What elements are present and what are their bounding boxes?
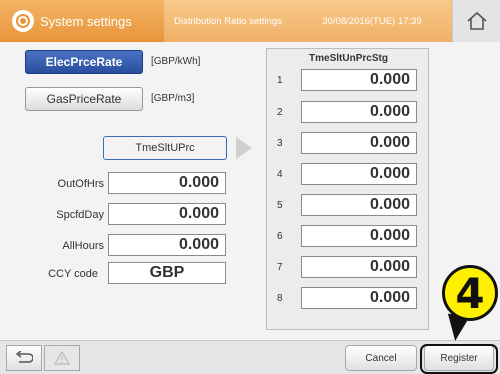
slot-field-8[interactable]: 0.000 [301,287,417,309]
out-of-hours-field[interactable]: 0.000 [108,172,226,194]
gear-icon [12,10,34,32]
slot-value: 0.000 [369,71,410,88]
slot-number: 2 [277,107,283,118]
header-bar: System settings Distribution Ratio setti… [0,0,500,42]
home-button[interactable] [452,0,500,42]
out-of-hours-value: 0.000 [178,174,219,191]
all-hours-value: 0.000 [178,236,219,253]
timeslot-unit-price-button[interactable]: TmeSltUPrc [103,136,227,160]
slot-value: 0.000 [369,134,410,151]
slot-value: 0.000 [369,196,410,213]
specified-day-value: 0.000 [178,205,219,222]
slot-number: 5 [277,200,283,211]
specified-day-label: SpcfdDay [56,209,104,221]
slot-value: 0.000 [369,258,410,275]
slot-number: 3 [277,138,283,149]
warning-button[interactable] [44,345,80,371]
specified-day-field[interactable]: 0.000 [108,203,226,225]
register-highlight-outline [420,344,498,374]
panel-title: TmeSltUnPrcStg [309,53,388,64]
tab-distribution-ratio-settings[interactable]: Distribution Ratio settings [164,0,292,42]
gas-price-rate-button[interactable]: GasPriceRate [25,87,143,111]
all-hours-label: AllHours [62,240,104,252]
slot-number: 8 [277,293,283,304]
elec-unit-label: [GBP/kWh] [151,56,201,67]
main-content: ElecPrceRate [GBP/kWh] GasPriceRate [GBP… [0,42,500,332]
step-callout-badge: 4 [442,265,498,321]
slot-value: 0.000 [369,103,410,120]
arrow-right-icon [236,137,252,159]
slot-value: 0.000 [369,289,410,306]
slot-field-7[interactable]: 0.000 [301,256,417,278]
slot-field-4[interactable]: 0.000 [301,163,417,185]
slot-value: 0.000 [369,165,410,182]
warning-icon [54,351,70,365]
cancel-button[interactable]: Cancel [345,345,417,371]
all-hours-field[interactable]: 0.000 [108,234,226,256]
home-icon [466,11,487,30]
datetime-text: 30/08/2016(TUE) 17:39 [322,15,422,27]
slot-field-1[interactable]: 0.000 [301,69,417,91]
elec-price-rate-button[interactable]: ElecPrceRate [25,50,143,74]
step-callout-number: 4 [455,268,485,318]
slot-value: 0.000 [369,227,410,244]
cancel-label: Cancel [365,352,397,364]
tab-system-settings[interactable]: System settings [0,0,164,42]
slot-number: 4 [277,169,283,180]
timeslot-unit-price-panel: TmeSltUnPrcStg 1 0.000 2 0.000 3 0.000 4… [266,48,429,330]
app-window: System settings Distribution Ratio setti… [0,0,500,374]
elec-price-rate-label: ElecPrceRate [45,55,123,69]
back-button[interactable] [6,345,42,371]
slot-field-2[interactable]: 0.000 [301,101,417,123]
ccy-code-value: GBP [149,264,185,281]
datetime-display: 30/08/2016(TUE) 17:39 [292,0,452,42]
gas-unit-label: [GBP/m3] [151,93,195,104]
tab-distribution-ratio-label: Distribution Ratio settings [174,15,282,27]
slot-field-5[interactable]: 0.000 [301,194,417,216]
slot-field-3[interactable]: 0.000 [301,132,417,154]
back-icon [15,351,33,363]
timeslot-unit-price-label: TmeSltUPrc [135,142,195,154]
slot-number: 7 [277,262,283,273]
tab-system-settings-label: System settings [40,13,132,29]
ccy-code-field[interactable]: GBP [108,262,226,284]
slot-number: 6 [277,231,283,242]
out-of-hours-label: OutOfHrs [57,178,104,190]
slot-field-6[interactable]: 0.000 [301,225,417,247]
slot-number: 1 [277,75,283,86]
ccy-code-label: CCY code [48,268,98,280]
gas-price-rate-label: GasPriceRate [46,92,122,106]
